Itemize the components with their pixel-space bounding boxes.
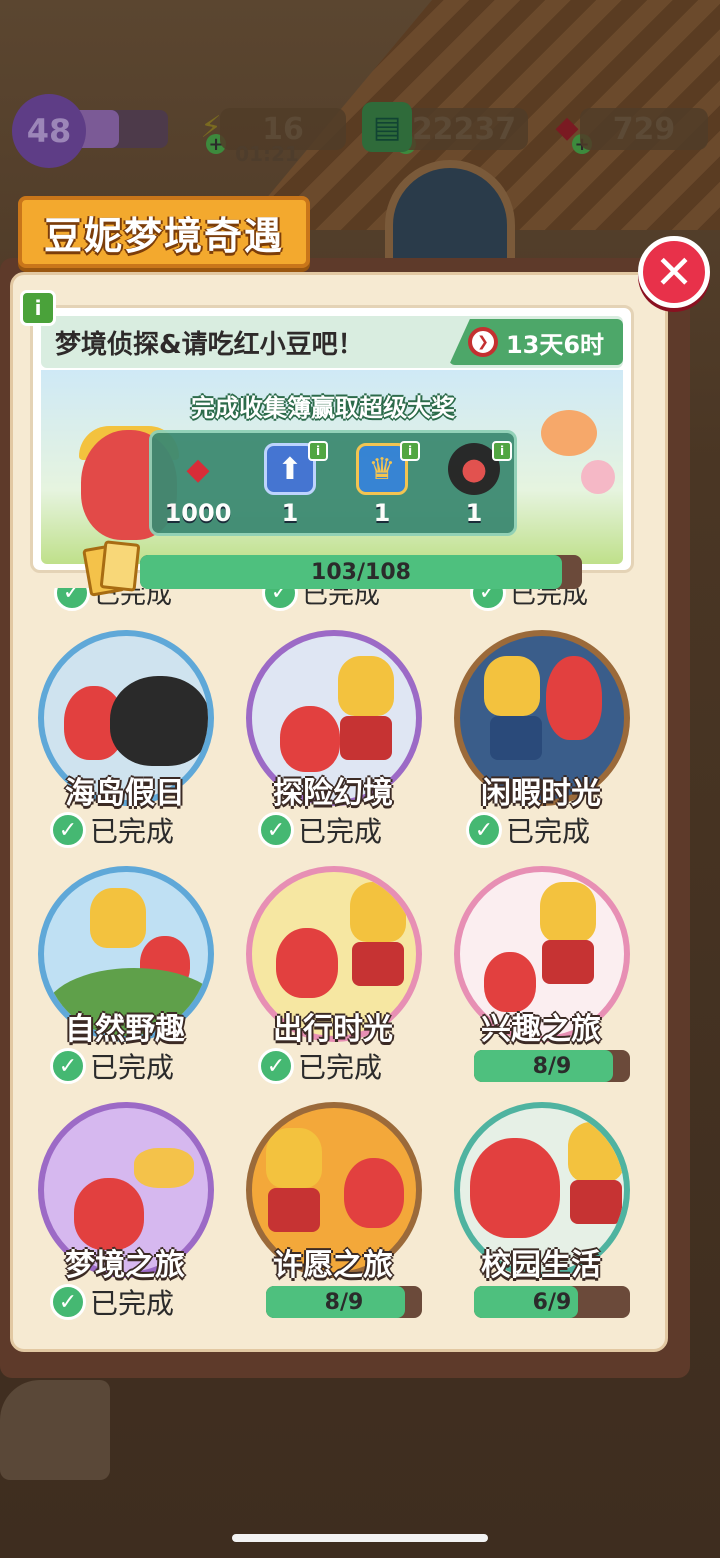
check-icon: ✓ <box>258 812 294 848</box>
bottom-decoration <box>0 1380 110 1480</box>
reward-qty: 1 <box>373 499 391 527</box>
banner-illustration: 完成收集簿赢取超级大奖 ◆ 1000 ⬆ 1 i ♛ 1 i ● 1 i <box>41 370 623 564</box>
completed-label: 已完成 <box>90 1051 175 1084</box>
info-icon[interactable]: i <box>308 441 328 461</box>
close-button[interactable]: ✕ <box>638 236 710 308</box>
event-title-tab: 豆妮梦境奇遇 <box>18 196 310 268</box>
completed-status: ✓ 已完成 <box>258 810 382 850</box>
check-icon: ✓ <box>258 1048 294 1084</box>
check-icon: ✓ <box>262 588 298 611</box>
album-item[interactable]: 探险幻境 ✓ 已完成 <box>238 630 428 850</box>
completed-status: ✓ 已完成 <box>262 588 380 611</box>
completed-label: 已完成 <box>90 815 175 848</box>
completed-status: ✓ 已完成 <box>258 1046 382 1086</box>
album-progress-bar: 8/9 <box>474 1050 630 1082</box>
reward-box: ◆ 1000 ⬆ 1 i ♛ 1 i ● 1 i <box>149 430 517 536</box>
check-icon: ✓ <box>470 588 506 611</box>
cards-icon <box>82 540 144 597</box>
level-value: 48 <box>26 112 72 150</box>
completed-label: 已完成 <box>506 815 591 848</box>
album-item[interactable]: 兴趣之旅 8/9 <box>446 866 636 1086</box>
album-item[interactable]: 海岛假日 ✓ 已完成 <box>30 630 220 850</box>
album-name: 海岛假日 <box>65 776 185 811</box>
completed-label: 已完成 <box>90 1287 175 1320</box>
info-button[interactable]: i <box>20 290 56 326</box>
gem-counter: 729 <box>580 108 708 150</box>
collection-progress-text: 103/108 <box>311 559 411 585</box>
album-item[interactable]: 梦境之旅 ✓ 已完成 <box>30 1102 220 1322</box>
clock-icon: ❯ <box>467 327 498 357</box>
event-timer: ❯ 13天6时 <box>449 319 623 365</box>
completed-status: ✓ 已完成 <box>466 810 590 850</box>
album-progress-bar: 8/9 <box>266 1286 422 1318</box>
album-item[interactable]: 许愿之旅 8/9 <box>238 1102 428 1322</box>
reward-item[interactable]: ⬆ 1 i <box>250 439 330 533</box>
flower-decoration <box>581 460 615 494</box>
album-item[interactable]: 校园生活 6/9 <box>446 1102 636 1322</box>
cash-counter: 22237 <box>400 108 528 150</box>
hud-bar: 48 ⚡ + 16 01:21 ▤ + 22237 ◆ + 729 <box>0 94 720 170</box>
gem-icon: ◆ <box>555 109 579 145</box>
check-icon: ✓ <box>50 1284 86 1320</box>
completed-status: ✓ 已完成 <box>50 1046 174 1086</box>
event-title: 豆妮梦境奇遇 <box>43 213 284 258</box>
album-name: 校园生活 <box>481 1248 601 1283</box>
completed-label: 已完成 <box>298 815 383 848</box>
check-icon: ✓ <box>50 1048 86 1084</box>
completed-label: 已完成 <box>510 588 589 610</box>
reward-qty: 1 <box>281 499 299 527</box>
album-item[interactable]: 自然野趣 ✓ 已完成 <box>30 866 220 1086</box>
album-name: 出行时光 <box>273 1012 393 1047</box>
album-name: 闲暇时光 <box>481 776 601 811</box>
completed-label: 已完成 <box>298 1051 383 1084</box>
check-icon: ✓ <box>466 812 502 848</box>
cash-icon: ▤ <box>362 102 412 152</box>
flower-decoration <box>541 410 597 456</box>
info-icon[interactable]: i <box>492 441 512 461</box>
album-name: 兴趣之旅 <box>481 1012 601 1047</box>
banner-title: 梦境侦探&请吃红小豆吧！ <box>55 330 364 360</box>
album-progress-text: 8/9 <box>532 1053 572 1079</box>
reward-item[interactable]: ◆ 1000 <box>158 439 238 533</box>
album-progress-text: 6/9 <box>532 1289 572 1315</box>
energy-icon: ⚡ <box>200 109 222 145</box>
collection-progress-bar: 103/108 <box>140 555 582 589</box>
album-name: 探险幻境 <box>273 776 393 811</box>
level-badge[interactable]: 48 <box>12 94 86 168</box>
album-progress-text: 8/9 <box>324 1289 364 1315</box>
completed-label: 已完成 <box>302 588 381 610</box>
check-icon: ✓ <box>50 812 86 848</box>
close-icon: ✕ <box>654 245 694 299</box>
banner-header: 梦境侦探&请吃红小豆吧！ ❯ 13天6时 <box>41 316 623 368</box>
completed-status: ✓ 已完成 <box>470 588 588 611</box>
home-indicator[interactable] <box>232 1534 488 1542</box>
info-icon[interactable]: i <box>400 441 420 461</box>
completed-status: ✓ 已完成 <box>50 810 174 850</box>
ruby-gem-icon: ◆ <box>186 451 210 487</box>
banner-subtitle: 完成收集簿赢取超级大奖 <box>191 394 455 422</box>
album-name: 许愿之旅 <box>273 1248 393 1283</box>
album-name: 自然野趣 <box>65 1012 185 1047</box>
reward-qty: 1000 <box>164 499 232 527</box>
cash-value: 22237 <box>411 111 517 147</box>
reward-item[interactable]: ♛ 1 i <box>342 439 422 533</box>
event-timer-text: 13天6时 <box>505 330 605 359</box>
energy-timer: 01:21 <box>235 142 299 166</box>
album-item[interactable]: 出行时光 ✓ 已完成 <box>238 866 428 1086</box>
reward-qty: 1 <box>465 499 483 527</box>
album-item[interactable]: 闲暇时光 ✓ 已完成 <box>446 630 636 850</box>
event-banner: 梦境侦探&请吃红小豆吧！ ❯ 13天6时 完成收集簿赢取超级大奖 ◆ 1000 … <box>30 305 634 573</box>
gem-value: 729 <box>612 111 676 147</box>
album-progress-bar: 6/9 <box>474 1286 630 1318</box>
completed-status: ✓ 已完成 <box>50 1282 174 1322</box>
album-name: 梦境之旅 <box>65 1248 185 1283</box>
check-icon: ✓ <box>54 588 90 611</box>
reward-item[interactable]: ● 1 i <box>434 439 514 533</box>
